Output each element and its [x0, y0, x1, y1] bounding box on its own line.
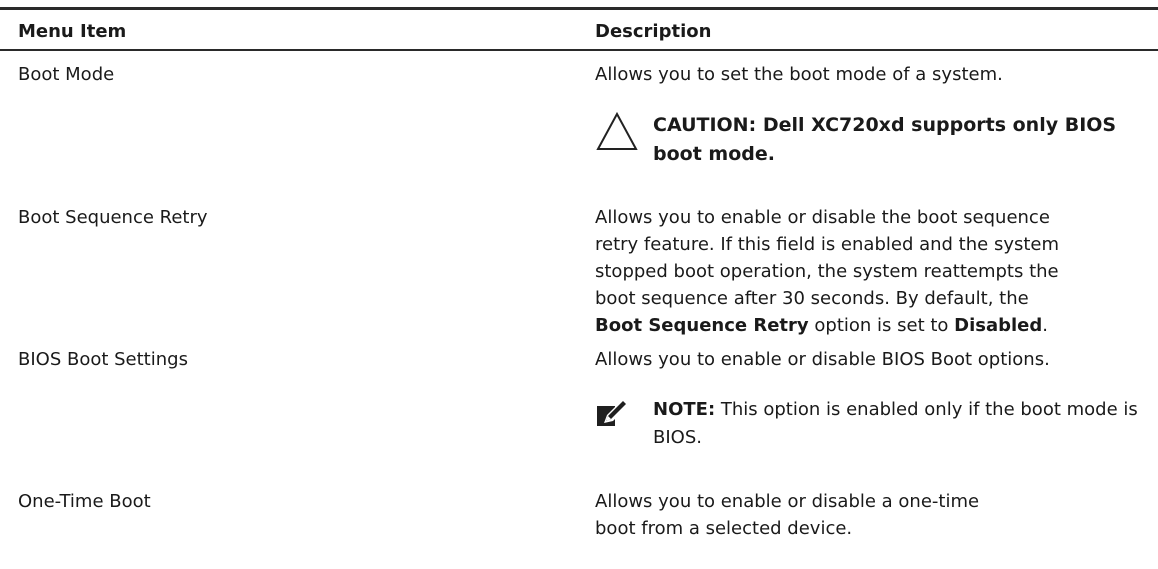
- caution-text: CAUTION: Dell XC720xd supports only BIOS…: [653, 111, 1153, 169]
- row-boot-sequence-retry-description: Allows you to enable or disable the boot…: [595, 204, 1155, 339]
- row-one-time-boot-description: Allows you to enable or disable a one-ti…: [595, 491, 980, 539]
- row-bios-boot-settings-description: Allows you to enable or disable BIOS Boo…: [595, 349, 1050, 370]
- description-line: retry feature. If this field is enabled …: [595, 234, 1060, 255]
- description-line: Allows you to enable or disable the boot…: [595, 207, 1050, 228]
- description-line: boot sequence after 30 seconds. By defau…: [595, 288, 1029, 309]
- row-boot-sequence-retry-item: Boot Sequence Retry: [18, 207, 208, 228]
- note-pencil-icon: [597, 400, 628, 426]
- table-header-rule: [0, 49, 1158, 51]
- boot-settings-table: Menu Item Description Boot Mode Allows y…: [0, 0, 1158, 569]
- bold-option-value: Disabled: [954, 315, 1043, 336]
- caution-label: CAUTION:: [653, 114, 757, 136]
- description-fragment: option is set to: [808, 315, 955, 336]
- header-menu-item: Menu Item: [18, 21, 127, 42]
- description-line: Boot Sequence Retry option is set to Dis…: [595, 312, 1155, 339]
- row-one-time-boot-item: One-Time Boot: [18, 491, 151, 512]
- row-boot-mode-item: Boot Mode: [18, 64, 115, 85]
- note-text: NOTE: This option is enabled only if the…: [653, 396, 1153, 452]
- note-label: NOTE:: [653, 399, 716, 420]
- warning-triangle-icon: [596, 111, 638, 150]
- row-bios-boot-settings-item: BIOS Boot Settings: [18, 349, 188, 370]
- description-fragment: .: [1042, 315, 1049, 336]
- note-message: This option is enabled only if the boot …: [653, 399, 1138, 448]
- header-description: Description: [595, 21, 712, 42]
- description-line: stopped boot operation, the system reatt…: [595, 261, 1059, 282]
- table-top-rule: [0, 7, 1158, 10]
- row-boot-mode-description: Allows you to set the boot mode of a sys…: [595, 64, 1003, 85]
- bold-option-name: Boot Sequence Retry: [595, 315, 809, 336]
